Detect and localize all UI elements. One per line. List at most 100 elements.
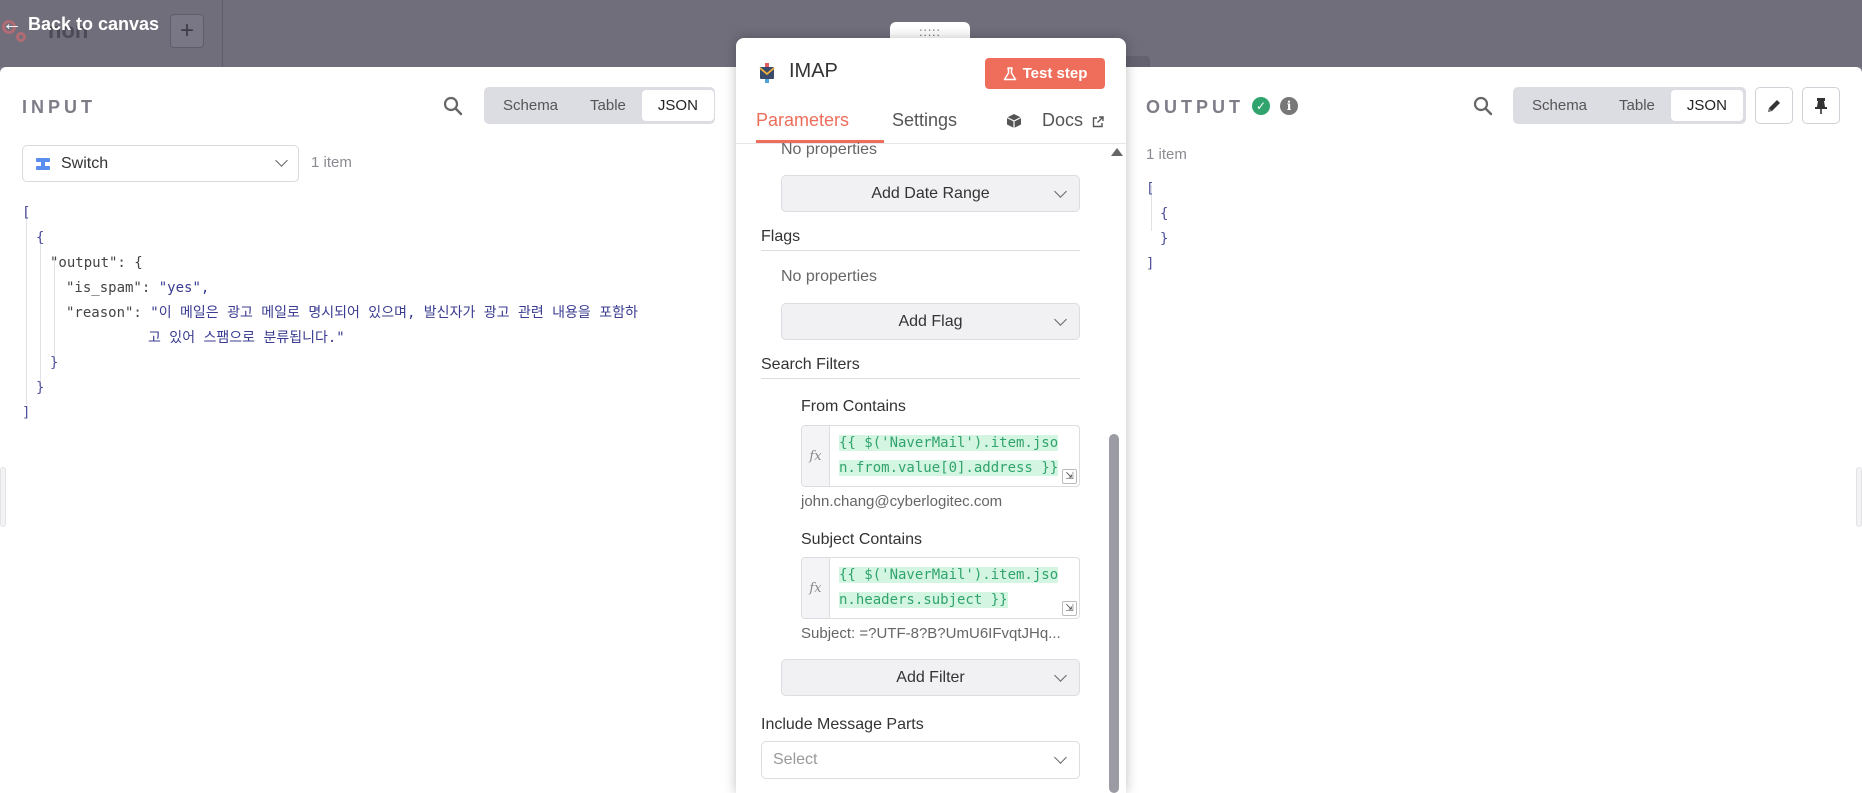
fx-icon: fx [802, 426, 830, 486]
input-json-view: [ { "output": { "is_spam": "yes", "reaso… [22, 201, 742, 426]
subject-contains-code: {{ $('NaverMail').item.jso n.headers.sub… [839, 563, 1079, 613]
input-view-table[interactable]: Table [574, 90, 642, 121]
add-flag-label: Add Flag [898, 312, 963, 330]
fx-icon: fx [802, 558, 830, 618]
json-line: { [36, 230, 45, 246]
info-icon[interactable]: i [1280, 97, 1298, 115]
json-line: [ [22, 205, 31, 221]
test-step-button[interactable]: Test step [985, 58, 1105, 89]
tab-docs[interactable]: Docs [1042, 110, 1083, 131]
search-icon[interactable] [443, 96, 463, 116]
imap-node-icon [759, 63, 775, 83]
json-key-reason: "reason": [66, 305, 142, 321]
json-line: ] [1146, 256, 1155, 272]
chevron-down-icon [1054, 313, 1067, 326]
subject-contains-label: Subject Contains [801, 531, 922, 548]
input-node-select-value: Switch [61, 154, 109, 172]
json-value-reason: "이 메일은 광고 메일로 명시되어 있으며, 발신자가 광고 관련 내용을 포… [150, 305, 638, 321]
input-items-count: 1 item [311, 154, 352, 171]
search-icon[interactable] [1473, 96, 1493, 116]
output-panel-title: OUTPUT [1146, 97, 1244, 117]
chevron-down-icon [1054, 669, 1067, 682]
select-placeholder: Select [773, 751, 818, 768]
left-resize-handle[interactable] [0, 467, 6, 527]
input-view-switcher: Schema Table JSON [484, 87, 715, 124]
json-value-reason-cont: 고 있어 스팸으로 분류됩니다." [148, 330, 345, 346]
flask-icon [1003, 66, 1016, 80]
from-contains-hint: john.chang@cyberlogitec.com [801, 493, 1003, 510]
node-title[interactable]: IMAP [789, 60, 838, 83]
from-contains-label: From Contains [801, 398, 906, 415]
add-flag-button[interactable]: Add Flag [781, 303, 1080, 340]
subject-contains-hint: Subject: =?UTF-8?B?UmU6IFvqtJHq... [801, 625, 1061, 642]
from-contains-code: {{ $('NaverMail').item.jso n.from.value[… [839, 431, 1079, 481]
expand-editor-icon[interactable]: ⇲ [1062, 601, 1077, 616]
chevron-down-icon [1054, 185, 1067, 198]
output-view-table[interactable]: Table [1603, 90, 1671, 121]
code-line: {{ $('NaverMail').item.jso [839, 435, 1059, 451]
input-view-schema[interactable]: Schema [487, 90, 574, 121]
add-date-range-label: Add Date Range [871, 184, 990, 202]
output-view-schema[interactable]: Schema [1516, 90, 1603, 121]
tab-parameters[interactable]: Parameters [756, 110, 849, 131]
code-line: n.from.value[0].address }} [839, 460, 1059, 476]
json-line: } [36, 380, 45, 396]
json-line: "reason": "이 메일은 광고 메일로 명시되어 있으며, 발신자가 광… [22, 301, 742, 326]
chevron-down-icon [1054, 751, 1067, 764]
include-message-parts-label: Include Message Parts [761, 716, 924, 733]
json-key-output: "output": { [50, 255, 143, 271]
output-items-count: 1 item [1146, 146, 1187, 163]
node-header: IMAP Test step [736, 38, 1126, 102]
flags-title: Flags [761, 228, 801, 245]
json-line: } [50, 355, 59, 371]
json-value-is-spam: "yes", [158, 280, 210, 296]
arrow-left-icon: ← [2, 13, 22, 35]
code-line: {{ $('NaverMail').item.jso [839, 567, 1059, 583]
date-range-empty: No properties [781, 141, 878, 158]
input-panel-title: INPUT [22, 97, 96, 117]
edit-output-button[interactable] [1755, 87, 1793, 124]
add-filter-label: Add Filter [896, 668, 965, 686]
section-divider [761, 250, 1080, 251]
output-json-view: [ { } ] [1146, 177, 1346, 277]
json-line: } [1160, 231, 1169, 247]
external-link-icon [1092, 116, 1104, 128]
chevron-down-icon [275, 154, 288, 167]
node-parameters-panel: IMAP Test step Parameters Settings Docs … [736, 38, 1126, 793]
json-key-is-spam: "is_spam": [66, 280, 151, 296]
scroll-up-arrow-icon[interactable] [1111, 148, 1123, 156]
back-to-canvas-label: Back to canvas [28, 13, 160, 34]
section-divider [761, 378, 1080, 379]
pencil-icon [1768, 99, 1780, 112]
expand-editor-icon[interactable]: ⇲ [1062, 469, 1077, 484]
parameters-scrollbar[interactable] [1109, 144, 1123, 793]
code-line: n.headers.subject }} [839, 592, 1008, 608]
search-filters-title: Search Filters [761, 356, 860, 373]
flags-empty: No properties [781, 268, 878, 285]
pin-output-button[interactable] [1802, 87, 1840, 124]
input-node-select[interactable]: Switch [22, 145, 299, 182]
json-line: [ [1146, 181, 1155, 197]
test-step-label: Test step [1022, 65, 1088, 82]
output-view-switcher: Schema Table JSON [1513, 87, 1746, 124]
tab-settings[interactable]: Settings [892, 110, 957, 131]
switch-node-icon [36, 157, 50, 170]
add-date-range-button[interactable]: Add Date Range [781, 175, 1080, 212]
from-contains-expression-field[interactable]: fx {{ $('NaverMail').item.jso n.from.val… [801, 425, 1080, 487]
subject-contains-expression-field[interactable]: fx {{ $('NaverMail').item.jso n.headers.… [801, 557, 1080, 619]
scrollbar-thumb[interactable] [1109, 434, 1119, 793]
output-view-json[interactable]: JSON [1670, 90, 1743, 121]
pin-icon [1815, 97, 1827, 114]
success-check-icon: ✓ [1252, 97, 1270, 115]
add-tab-button[interactable]: + [170, 14, 204, 48]
node-tabs: Parameters Settings Docs [736, 102, 1126, 144]
include-message-parts-select[interactable]: Select [761, 741, 1080, 779]
json-line: ] [22, 405, 31, 421]
back-to-canvas-button[interactable]: ← Back to canvas [2, 12, 159, 36]
input-view-json[interactable]: JSON [641, 90, 714, 121]
add-filter-button[interactable]: Add Filter [781, 659, 1080, 696]
package-icon [1006, 114, 1022, 128]
right-resize-handle[interactable] [1856, 467, 1862, 527]
topbar-divider [222, 0, 223, 67]
json-line: { [1160, 206, 1169, 222]
